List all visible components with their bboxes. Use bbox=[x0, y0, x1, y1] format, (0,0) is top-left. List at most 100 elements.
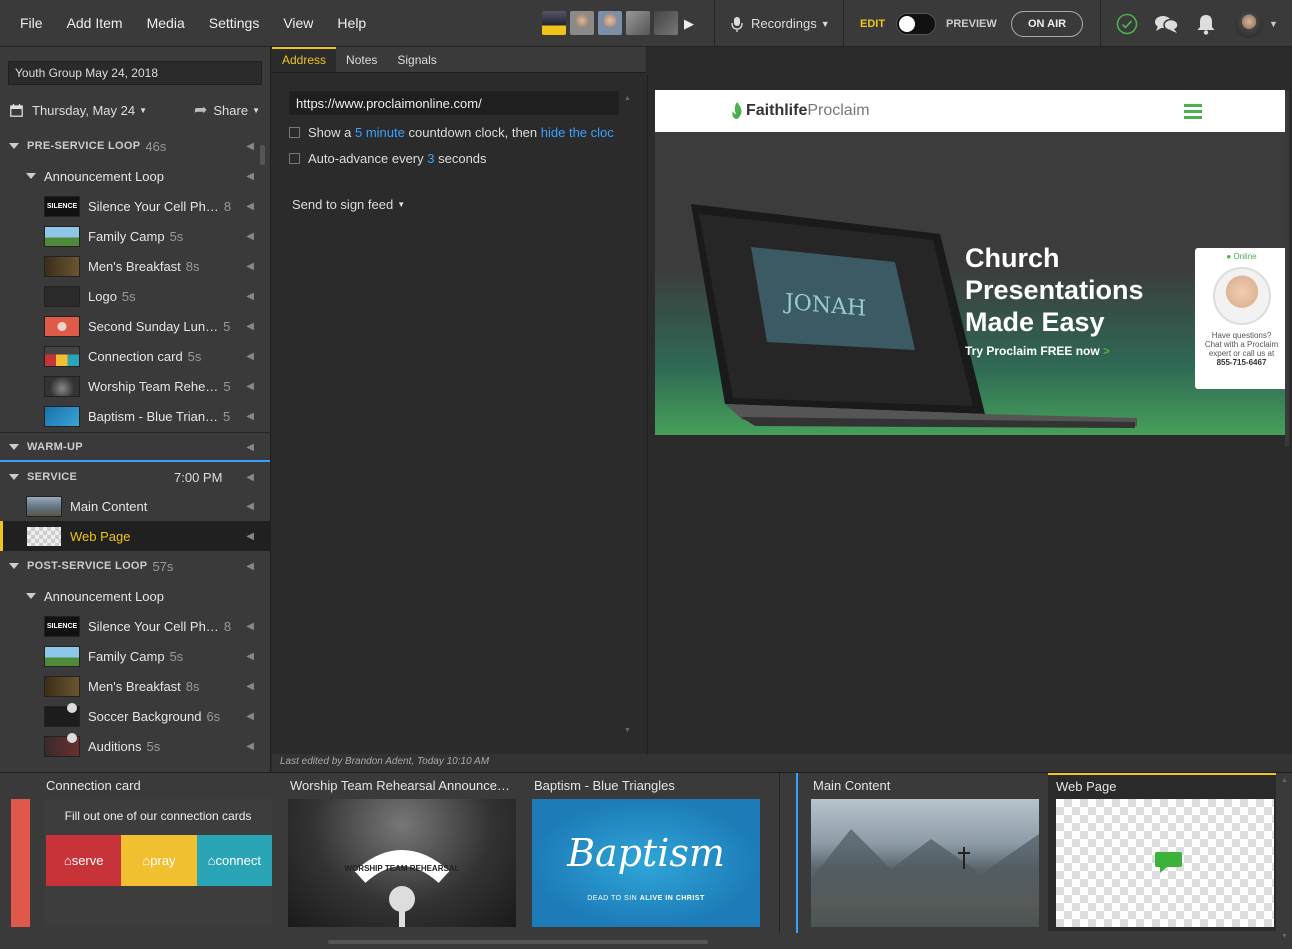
chat-text-3: expert or call us at bbox=[1208, 349, 1275, 358]
item-name: Men's Breakfast bbox=[88, 678, 181, 694]
speaker-icon[interactable]: ◀ bbox=[246, 261, 254, 272]
speaker-icon[interactable]: ◀ bbox=[246, 711, 254, 722]
list-item[interactable]: Family Camp 5s ◀ bbox=[0, 641, 262, 671]
recordings-dropdown[interactable]: Recordings ▼ bbox=[731, 0, 830, 47]
list-item[interactable]: SILENCE Silence Your Cell Ph… 8 ◀ bbox=[0, 611, 262, 641]
tab-address[interactable]: Address bbox=[272, 47, 337, 72]
list-item[interactable]: Men's Breakfast 8s ◀ bbox=[0, 251, 262, 281]
slide-card[interactable]: Main Content bbox=[811, 773, 1039, 931]
chat-icon[interactable] bbox=[1154, 0, 1180, 47]
on-air-button[interactable]: ON AIR bbox=[1011, 0, 1084, 47]
cta-link[interactable]: Try Proclaim FREE now > bbox=[965, 344, 1110, 358]
slide-card[interactable]: Baptism - Blue Triangles Baptism DEAD TO… bbox=[532, 773, 760, 931]
speaker-icon[interactable]: ◀ bbox=[246, 651, 254, 662]
speaker-icon[interactable]: ◀ bbox=[246, 351, 254, 362]
home-icon: ⌂ bbox=[207, 853, 216, 868]
avatar[interactable] bbox=[654, 11, 678, 35]
more-avatars-arrow-icon[interactable]: ▶ bbox=[684, 0, 694, 47]
scroll-up-arrow-icon[interactable]: ▲ bbox=[624, 95, 631, 102]
list-item[interactable]: Soccer Background 6s ◀ bbox=[0, 701, 262, 731]
speaker-icon[interactable]: ◀ bbox=[246, 141, 254, 152]
item-name: Auditions bbox=[88, 738, 142, 754]
list-item-selected[interactable]: Web Page ◀ bbox=[0, 521, 270, 551]
preview-scrollbar[interactable] bbox=[1285, 90, 1289, 446]
scroll-down-arrow-icon[interactable]: ▼ bbox=[624, 727, 631, 734]
home-icon: ⌂ bbox=[142, 853, 151, 868]
slide-card[interactable]: Worship Team Rehearsal Announce… WORSHIP… bbox=[288, 773, 516, 931]
section-post-service[interactable]: POST-SERVICE LOOP 57s ◀ bbox=[0, 551, 262, 581]
tab-signals[interactable]: Signals bbox=[387, 47, 446, 72]
sidebar-scrollbar[interactable] bbox=[260, 145, 265, 165]
speaker-icon[interactable]: ◀ bbox=[246, 291, 254, 302]
url-input[interactable]: https://www.proclaimonline.com/ bbox=[289, 91, 619, 115]
slide-card-selected[interactable]: Web Page bbox=[1048, 773, 1276, 931]
menu-view[interactable]: View bbox=[271, 0, 325, 47]
strip-horizontal-scrollbar[interactable] bbox=[328, 940, 708, 944]
slide-card-title: Baptism - Blue Triangles bbox=[534, 778, 675, 793]
menu-add-item[interactable]: Add Item bbox=[55, 0, 135, 47]
list-item[interactable]: Family Camp 5s ◀ bbox=[0, 221, 262, 251]
section-pre-service[interactable]: PRE-SERVICE LOOP 46s ◀ bbox=[0, 131, 262, 161]
slide-card[interactable]: Connection card Fill out one of our conn… bbox=[44, 773, 272, 931]
list-item[interactable]: Baptism - Blue Trian… 5 ◀ bbox=[0, 401, 262, 431]
send-to-feed-dropdown[interactable]: Send to sign feed ▼ bbox=[292, 197, 405, 212]
speaker-icon[interactable]: ◀ bbox=[246, 531, 254, 542]
menu-media[interactable]: Media bbox=[135, 0, 197, 47]
list-item[interactable]: SILENCE Silence Your Cell Ph… 8 ◀ bbox=[0, 191, 262, 221]
strip-scroll-down-icon[interactable]: ▼ bbox=[1281, 933, 1288, 940]
notifications-bell-icon[interactable] bbox=[1196, 0, 1216, 47]
speaker-icon[interactable]: ◀ bbox=[246, 411, 254, 422]
slide-thumbnail bbox=[44, 675, 80, 697]
avatar[interactable] bbox=[626, 11, 650, 35]
item-name: Family Camp bbox=[88, 648, 165, 664]
countdown-checkbox[interactable] bbox=[289, 127, 300, 138]
speaker-icon[interactable]: ◀ bbox=[246, 381, 254, 392]
slide-card-image bbox=[1056, 799, 1274, 927]
avatar[interactable] bbox=[598, 11, 622, 35]
section-service[interactable]: SERVICE 7:00 PM ◀ bbox=[0, 462, 262, 492]
hamburger-menu-icon[interactable] bbox=[1184, 103, 1202, 119]
speaker-icon[interactable]: ◀ bbox=[246, 561, 254, 572]
section-warm-up[interactable]: WARM-UP ◀ bbox=[0, 432, 262, 462]
sync-status-icon[interactable] bbox=[1116, 0, 1138, 47]
hero-banner: JONAH Church Presentations Made Easy Try… bbox=[655, 132, 1288, 435]
announcement-loop-group[interactable]: Announcement Loop ◀ bbox=[0, 161, 262, 191]
date-dropdown[interactable]: Thursday, May 24 bbox=[32, 103, 135, 118]
chat-widget[interactable]: ● Online Have questions? Chat with a Pro… bbox=[1195, 248, 1288, 389]
speaker-icon[interactable]: ◀ bbox=[246, 621, 254, 632]
auto-advance-checkbox[interactable] bbox=[289, 153, 300, 164]
user-account-menu[interactable]: ▼ bbox=[1235, 0, 1278, 47]
tab-notes[interactable]: Notes bbox=[336, 47, 387, 72]
share-button[interactable]: Share bbox=[213, 103, 248, 118]
menu-file[interactable]: File bbox=[8, 0, 55, 47]
announcement-loop-group[interactable]: Announcement Loop bbox=[0, 581, 262, 611]
speaker-icon[interactable]: ◀ bbox=[246, 442, 254, 453]
speaker-icon[interactable]: ◀ bbox=[246, 201, 254, 212]
list-item[interactable]: Logo 5s ◀ bbox=[0, 281, 262, 311]
countdown-action-link[interactable]: hide the cloc bbox=[541, 125, 614, 140]
advance-seconds-link[interactable]: 3 bbox=[427, 151, 434, 166]
list-item[interactable]: Main Content ◀ bbox=[0, 491, 262, 521]
list-item[interactable]: Auditions 5s ◀ bbox=[0, 731, 262, 761]
menu-help[interactable]: Help bbox=[325, 0, 378, 47]
countdown-duration-link[interactable]: 5 minute bbox=[355, 125, 405, 140]
list-item[interactable]: Worship Team Rehe… 5 ◀ bbox=[0, 371, 262, 401]
speaker-icon[interactable]: ◀ bbox=[246, 321, 254, 332]
list-item[interactable]: Second Sunday Lun… 5 ◀ bbox=[0, 311, 262, 341]
speaker-icon[interactable]: ◀ bbox=[246, 501, 254, 512]
mode-toggle[interactable] bbox=[896, 0, 936, 47]
speaker-icon[interactable]: ◀ bbox=[246, 171, 254, 182]
speaker-icon[interactable]: ◀ bbox=[246, 472, 254, 483]
speaker-icon[interactable]: ◀ bbox=[246, 741, 254, 752]
online-dot-icon: ● bbox=[1226, 252, 1232, 261]
strip-scroll-up-icon[interactable]: ▲ bbox=[1281, 777, 1288, 784]
avatar[interactable] bbox=[570, 11, 594, 35]
avatar[interactable] bbox=[542, 11, 566, 35]
list-item[interactable]: Connection card 5s ◀ bbox=[0, 341, 262, 371]
speaker-icon[interactable]: ◀ bbox=[246, 681, 254, 692]
speaker-icon[interactable]: ◀ bbox=[246, 231, 254, 242]
presentation-title[interactable]: Youth Group May 24, 2018 bbox=[8, 61, 262, 85]
list-item[interactable]: Men's Breakfast 8s ◀ bbox=[0, 671, 262, 701]
menu-settings[interactable]: Settings bbox=[197, 0, 272, 47]
web-page-frame[interactable]: Faithlife Proclaim JONAH Church Presentat… bbox=[655, 90, 1288, 435]
